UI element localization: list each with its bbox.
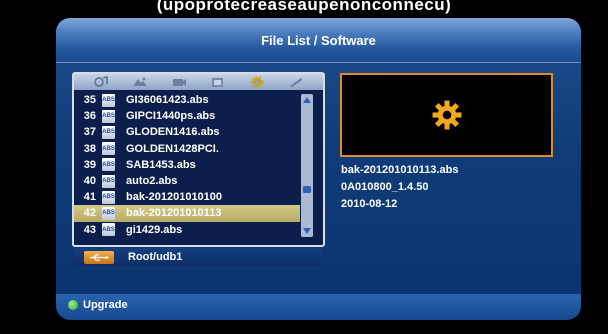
tools-icon[interactable]: [287, 76, 305, 89]
preview-box: [340, 73, 553, 157]
green-button-icon: [68, 300, 78, 310]
top-caption: (upoprotecreaseaupenonconnecu): [156, 0, 452, 14]
window-title: File List / Software: [56, 18, 581, 63]
photo-icon[interactable]: [131, 76, 149, 89]
footer-bar: Upgrade: [56, 294, 581, 320]
file-row[interactable]: 41 ABS bak-201201010100: [74, 189, 300, 205]
file-list-window: File List / Software 35 ABS GI36061423.abs…: [56, 18, 581, 320]
file-number: 36: [83, 110, 96, 123]
file-name: bak-201201010100: [126, 191, 223, 204]
info-version: 0A010800_1.4.50: [341, 181, 429, 193]
abs-file-icon: ABS: [102, 223, 115, 237]
file-row[interactable]: 38 ABS GOLDEN1428PCI.: [74, 141, 300, 157]
abs-file-icon: ABS: [102, 142, 115, 156]
file-row[interactable]: 42 ABS bak-201201010113: [74, 205, 300, 222]
file-name: GIPCI1440ps.abs: [126, 110, 216, 123]
file-name: GLODEN1416.abs: [126, 126, 220, 139]
file-number: 40: [83, 175, 96, 188]
category-tabbar: [74, 74, 323, 90]
file-number: 43: [83, 223, 96, 236]
current-path: Root/udb1: [128, 251, 183, 263]
scroll-thumb[interactable]: [303, 186, 311, 193]
scrollbar[interactable]: [301, 94, 313, 237]
file-name: GI36061423.abs: [126, 94, 209, 107]
info-date: 2010-08-12: [341, 198, 398, 210]
file-number: 42: [83, 207, 96, 220]
abs-file-icon: ABS: [102, 206, 115, 220]
abs-file-icon: ABS: [102, 174, 115, 188]
file-row[interactable]: 36 ABS GIPCI1440ps.abs: [74, 108, 300, 124]
file-name: GOLDEN1428PCI.: [126, 142, 219, 155]
film-icon[interactable]: [170, 76, 188, 89]
abs-file-icon: ABS: [102, 109, 115, 123]
file-row[interactable]: 43 ABS gi1429.abs: [74, 222, 300, 238]
abs-file-icon: ABS: [102, 158, 115, 172]
video-icon[interactable]: [209, 76, 227, 89]
abs-file-icon: ABS: [102, 125, 115, 139]
info-filename: bak-201201010113.abs: [341, 164, 459, 176]
file-row[interactable]: 37 ABS GLODEN1416.abs: [74, 124, 300, 140]
file-number: 38: [83, 142, 96, 155]
file-name: auto2.abs: [126, 175, 178, 188]
usb-icon: [84, 250, 114, 264]
file-number: 35: [83, 94, 96, 107]
file-number: 41: [83, 191, 96, 204]
upgrade-button[interactable]: Upgrade: [68, 299, 128, 311]
file-row[interactable]: 39 ABS SAB1453.abs: [74, 157, 300, 173]
file-name: bak-201201010113: [126, 207, 222, 220]
file-row[interactable]: 40 ABS auto2.abs: [74, 173, 300, 189]
file-row[interactable]: 35 ABS GI36061423.abs: [74, 92, 300, 108]
abs-file-icon: ABS: [102, 190, 115, 204]
software-icon[interactable]: [248, 76, 266, 89]
file-name: SAB1453.abs: [126, 158, 196, 171]
file-number: 37: [83, 126, 96, 139]
file-name: gi1429.abs: [126, 223, 183, 236]
file-number: 39: [83, 158, 96, 171]
gear-icon: [432, 100, 461, 130]
path-bar: Root/udb1: [74, 248, 321, 266]
scroll-down-arrow-icon[interactable]: [302, 226, 312, 236]
file-list-panel: 35 ABS GI36061423.abs 36 ABS GIPCI1440ps.abs 3…: [72, 72, 325, 247]
abs-file-icon: ABS: [102, 93, 115, 107]
scroll-up-arrow-icon[interactable]: [302, 95, 312, 105]
file-list: 35 ABS GI36061423.abs 36 ABS GIPCI1440ps.abs 3…: [74, 92, 300, 238]
upgrade-label: Upgrade: [83, 299, 128, 311]
music-icon[interactable]: [92, 76, 110, 89]
